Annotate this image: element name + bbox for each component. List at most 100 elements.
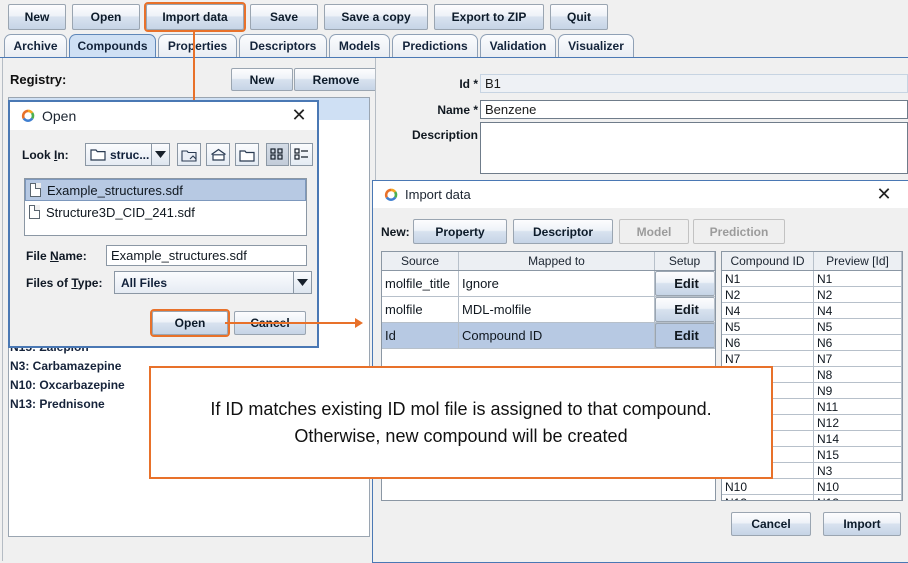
preview-compound-id-cell: N7	[722, 351, 814, 366]
chevron-down-icon[interactable]	[151, 143, 170, 166]
tab-properties[interactable]: Properties	[158, 34, 237, 57]
preview-compound-id-cell: N4	[722, 303, 814, 318]
home-icon[interactable]	[206, 143, 230, 166]
tab-predictions[interactable]: Predictions	[392, 34, 478, 57]
preview-table-row[interactable]: N7 N7	[722, 351, 902, 367]
tab-compounds[interactable]: Compounds	[69, 34, 156, 57]
mapping-table-row[interactable]: molfile MDL-molfile Edit	[382, 297, 715, 323]
preview-column-header: Compound ID	[722, 252, 814, 270]
mapping-table-row[interactable]: Id Compound ID Edit	[382, 323, 715, 349]
preview-compound-id-cell: N1	[722, 271, 814, 286]
mapping-source-cell: molfile_title	[382, 271, 459, 296]
preview-table-row[interactable]: N13N13	[722, 495, 902, 500]
preview-compound-id-cell: N5	[722, 319, 814, 334]
preview-id-cell: N12	[814, 415, 902, 430]
import-dialog-title: Import data	[405, 187, 471, 202]
preview-compound-id-cell: N6	[722, 335, 814, 350]
tab-bar: Archive Compounds Properties Descriptors Mod…	[0, 34, 908, 58]
edit-button[interactable]: Edit	[655, 271, 715, 296]
toolbar-button-quit[interactable]: Quit	[550, 4, 608, 30]
files-of-type-label: Files of Type:	[26, 276, 103, 290]
file-list-item[interactable]: Example_structures.sdf	[25, 179, 306, 201]
name-label: Name *	[437, 103, 478, 117]
preview-compound-id-cell: N2	[722, 287, 814, 302]
preview-id-cell: N5	[814, 319, 902, 334]
import-cancel-button[interactable]: Cancel	[731, 512, 811, 536]
files-of-type-chevron-down-icon[interactable]	[293, 271, 312, 294]
toolbar-button-new[interactable]: New	[8, 4, 66, 30]
preview-table-row[interactable]: N10 N10	[722, 479, 902, 495]
open-button[interactable]: Open	[150, 309, 230, 337]
preview-id-cell: N3	[814, 463, 902, 478]
callout-box: If ID matches existing ID mol file is as…	[149, 366, 773, 479]
preview-table-row[interactable]: N6 N6	[722, 335, 902, 351]
up-folder-icon[interactable]	[177, 143, 201, 166]
preview-id-cell: N9	[814, 383, 902, 398]
close-icon[interactable]: ✕	[874, 185, 894, 205]
open-dialog-title: Open	[42, 108, 77, 124]
close-icon[interactable]: ✕	[289, 106, 309, 126]
tab-descriptors[interactable]: Descriptors	[239, 34, 327, 57]
preview-id-cell: N13	[814, 495, 902, 500]
file-name-label: File Name:	[26, 249, 87, 263]
preview-id-cell: N4	[814, 303, 902, 318]
edit-button[interactable]: Edit	[655, 323, 715, 348]
preview-id-cell: N11	[814, 399, 902, 414]
mapping-target-cell[interactable]: Ignore	[459, 271, 655, 296]
tab-archive[interactable]: Archive	[4, 34, 67, 57]
preview-table-header: Compound ID Preview [Id]	[722, 252, 902, 271]
import-confirm-button[interactable]: Import	[823, 512, 901, 536]
preview-table-row[interactable]: N4 N4	[722, 303, 902, 319]
tab-validation[interactable]: Validation	[480, 34, 556, 57]
file-name-input[interactable]: Example_structures.sdf	[106, 245, 307, 266]
id-label: Id *	[459, 77, 478, 91]
preview-compound-id-cell: N10	[722, 479, 814, 494]
preview-id-cell: N14	[814, 431, 902, 446]
toolbar-button-export-to-zip[interactable]: Export to ZIP	[434, 4, 544, 30]
name-field[interactable]: Benzene	[480, 100, 908, 119]
mapping-target-cell[interactable]: MDL-molfile	[459, 297, 655, 322]
tab-models[interactable]: Models	[329, 34, 390, 57]
details-view-icon[interactable]	[290, 143, 313, 166]
new-label: New:	[381, 225, 410, 239]
toolbar-button-open[interactable]: Open	[72, 4, 140, 30]
circular-logo-icon	[384, 188, 398, 201]
tile-view-icon[interactable]	[266, 143, 289, 166]
toolbar-button-save-a-copy[interactable]: Save a copy	[324, 4, 428, 30]
mapping-setup-cell: Edit	[655, 271, 715, 296]
new-property-button[interactable]: Property	[413, 219, 507, 244]
mapping-table-row[interactable]: molfile_title Ignore Edit	[382, 271, 715, 297]
tab-visualizer[interactable]: Visualizer	[558, 34, 634, 57]
edit-button[interactable]: Edit	[655, 297, 715, 322]
registry-remove-button[interactable]: Remove	[294, 68, 378, 91]
preview-id-cell: N1	[814, 271, 902, 286]
annotation-arrow-to-import	[355, 318, 363, 328]
mapping-table-header: Source Mapped to Setup	[382, 252, 715, 271]
mapping-column-header: Source	[382, 252, 459, 270]
description-field[interactable]	[480, 122, 908, 174]
preview-id-cell: N8	[814, 367, 902, 382]
mapping-target-cell[interactable]: Compound ID	[459, 323, 655, 348]
mapping-column-header: Mapped to	[459, 252, 655, 270]
main-toolbar: New Open Import data Save Save a copy Export …	[0, 0, 908, 34]
registry-new-button[interactable]: New	[231, 68, 293, 91]
preview-table-row[interactable]: N5 N5	[722, 319, 902, 335]
file-list[interactable]: Example_structures.sdf Structure3D_CID_24…	[24, 178, 307, 236]
new-descriptor-button[interactable]: Descriptor	[513, 219, 613, 244]
preview-id-cell: N10	[814, 479, 902, 494]
toolbar-button-import-data[interactable]: Import data	[144, 2, 246, 32]
new-prediction-button: Prediction	[693, 219, 785, 244]
look-in-value: struc...	[110, 147, 150, 162]
preview-table-row[interactable]: N2 N2	[722, 287, 902, 303]
mapping-setup-cell: Edit	[655, 323, 715, 348]
new-folder-icon[interactable]	[235, 143, 259, 166]
preview-table-row[interactable]: N1 N1	[722, 271, 902, 287]
toolbar-button-save[interactable]: Save	[250, 4, 318, 30]
annotation-line-open-to-import	[225, 322, 355, 324]
callout-line-2: Otherwise, new compound will be created	[294, 425, 628, 446]
file-list-item[interactable]: Structure3D_CID_241.sdf	[25, 201, 306, 223]
preview-column-header: Preview [Id]	[814, 252, 902, 270]
mapping-setup-cell: Edit	[655, 297, 715, 322]
mapping-source-cell: Id	[382, 323, 459, 348]
files-of-type-combo[interactable]: All Files	[114, 271, 307, 294]
